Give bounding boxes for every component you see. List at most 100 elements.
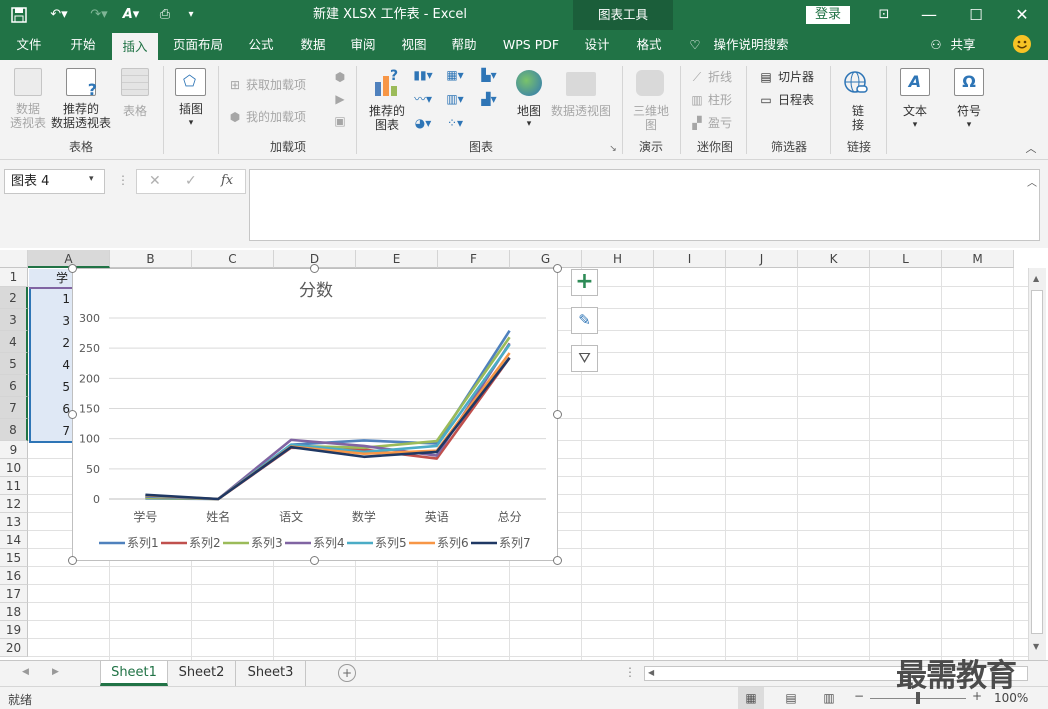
tab-design[interactable]: 设计 bbox=[575, 30, 619, 60]
zoom-out-icon[interactable]: − bbox=[854, 689, 864, 703]
recommended-charts-button[interactable]: 推荐的 图表 bbox=[362, 104, 412, 132]
column-header-m[interactable]: M bbox=[942, 250, 1014, 268]
chart-resize-handle[interactable] bbox=[310, 264, 319, 273]
formula-input[interactable] bbox=[249, 169, 1040, 241]
column-header-j[interactable]: J bbox=[726, 250, 798, 268]
chart-elements-button[interactable]: + bbox=[571, 269, 598, 296]
column-header-k[interactable]: K bbox=[798, 250, 870, 268]
tab-page-layout[interactable]: 页面布局 bbox=[166, 30, 230, 60]
row-header-5[interactable]: 5 bbox=[0, 353, 28, 375]
cell-a8[interactable]: 7 bbox=[29, 424, 72, 438]
symbol-dropdown-icon[interactable]: ▾ bbox=[964, 118, 974, 132]
row-header-13[interactable]: 13 bbox=[0, 513, 28, 531]
chart-resize-handle[interactable] bbox=[553, 410, 562, 419]
legend-label[interactable]: 系列6 bbox=[437, 536, 469, 550]
illustrations-dropdown-icon[interactable]: ▾ bbox=[186, 116, 196, 130]
cell-a1[interactable]: 学 bbox=[29, 269, 72, 287]
collapse-formula-icon[interactable]: ︿ bbox=[1027, 174, 1037, 189]
column-header-f[interactable]: F bbox=[438, 250, 510, 268]
row-header-12[interactable]: 12 bbox=[0, 495, 28, 513]
row-header-15[interactable]: 15 bbox=[0, 549, 28, 567]
waterfall-chart-icon[interactable]: ▙▾ bbox=[474, 68, 504, 82]
legend-label[interactable]: 系列5 bbox=[375, 536, 407, 550]
slicer-button[interactable]: 切片器 bbox=[778, 70, 822, 84]
row-header-4[interactable]: 4 bbox=[0, 331, 28, 353]
cell-a7[interactable]: 6 bbox=[29, 402, 72, 416]
share-button[interactable]: 共享 bbox=[946, 30, 980, 60]
row-header-1[interactable]: 1 bbox=[0, 268, 28, 287]
scroll-left-icon[interactable]: ◀ bbox=[648, 668, 654, 677]
chart-resize-handle[interactable] bbox=[553, 556, 562, 565]
chart-resize-handle[interactable] bbox=[68, 410, 77, 419]
new-sheet-button[interactable]: + bbox=[338, 664, 356, 682]
series-line[interactable] bbox=[145, 352, 511, 501]
undo-icon[interactable]: ↶▾ bbox=[44, 0, 74, 30]
sheet-tab-sheet3[interactable]: Sheet3 bbox=[236, 661, 306, 686]
row-header-18[interactable]: 18 bbox=[0, 603, 28, 621]
legend-label[interactable]: 系列7 bbox=[499, 536, 531, 550]
column-header-b[interactable]: B bbox=[110, 250, 192, 268]
select-all-corner[interactable] bbox=[0, 250, 28, 268]
chart-filters-button[interactable]: ⛛ bbox=[571, 345, 598, 372]
column-header-g[interactable]: G bbox=[510, 250, 582, 268]
column-header-e[interactable]: E bbox=[356, 250, 438, 268]
legend-label[interactable]: 系列3 bbox=[251, 536, 283, 550]
statistic-chart-icon[interactable]: ▥▾ bbox=[442, 92, 468, 106]
charts-launcher-icon[interactable]: ↘ bbox=[608, 142, 618, 156]
cell-a5[interactable]: 4 bbox=[29, 358, 72, 372]
link-button[interactable]: 链 接 bbox=[846, 104, 870, 132]
minimize-icon[interactable]: — bbox=[915, 0, 943, 30]
tab-view[interactable]: 视图 bbox=[393, 30, 435, 60]
next-sheet-icon[interactable]: ▶ bbox=[52, 667, 59, 677]
series-line[interactable] bbox=[145, 357, 511, 501]
pie-chart-icon[interactable]: ◕▾ bbox=[410, 116, 436, 130]
chart-title[interactable]: 分数 bbox=[299, 281, 333, 301]
column-header-h[interactable]: H bbox=[582, 250, 654, 268]
row-header-11[interactable]: 11 bbox=[0, 477, 28, 495]
prev-sheet-icon[interactable]: ◀ bbox=[22, 667, 29, 677]
customize-qat-icon[interactable]: ▾ bbox=[184, 0, 198, 30]
ribbon-display-icon[interactable]: ⊡ bbox=[870, 0, 898, 30]
symbol-button[interactable]: 符号 bbox=[950, 104, 988, 118]
tab-wps-pdf[interactable]: WPS PDF bbox=[496, 30, 566, 60]
series-line[interactable] bbox=[145, 343, 511, 501]
row-header-6[interactable]: 6 bbox=[0, 375, 28, 397]
map-button[interactable]: 地图 bbox=[510, 104, 548, 118]
scatter-chart-icon[interactable]: ⁘▾ bbox=[442, 116, 468, 130]
row-header-17[interactable]: 17 bbox=[0, 585, 28, 603]
tab-data[interactable]: 数据 bbox=[292, 30, 334, 60]
save-icon[interactable] bbox=[8, 0, 30, 30]
tab-help[interactable]: 帮助 bbox=[443, 30, 485, 60]
row-header-8[interactable]: 8 bbox=[0, 419, 28, 441]
tab-home[interactable]: 开始 bbox=[62, 30, 104, 60]
chart-resize-handle[interactable] bbox=[553, 264, 562, 273]
close-icon[interactable]: ✕ bbox=[1008, 0, 1036, 30]
cell-a4[interactable]: 2 bbox=[29, 336, 72, 350]
chart-styles-button[interactable]: ✎ bbox=[571, 307, 598, 334]
line-chart[interactable]: 分数 0 50 100 150 200 250 300 学号 姓名 语文 数学 英语 总分 系列1 系列… bbox=[72, 268, 558, 561]
row-header-9[interactable]: 9 bbox=[0, 441, 28, 459]
cell-a6[interactable]: 5 bbox=[29, 380, 72, 394]
hierarchy-chart-icon[interactable]: ▦▾ bbox=[442, 68, 468, 82]
text-dropdown-icon[interactable]: ▾ bbox=[910, 118, 920, 132]
tab-insert[interactable]: 插入 bbox=[112, 33, 158, 60]
chart-resize-handle[interactable] bbox=[310, 556, 319, 565]
cell-a3[interactable]: 3 bbox=[29, 314, 72, 328]
tab-format[interactable]: 格式 bbox=[627, 30, 671, 60]
tab-formulas[interactable]: 公式 bbox=[240, 30, 282, 60]
chart-resize-handle[interactable] bbox=[68, 264, 77, 273]
row-header-7[interactable]: 7 bbox=[0, 397, 28, 419]
text-style-icon[interactable]: A▾ bbox=[118, 0, 144, 30]
cell-a2[interactable]: 1 bbox=[29, 292, 72, 306]
row-header-10[interactable]: 10 bbox=[0, 459, 28, 477]
login-button[interactable]: 登录 bbox=[806, 6, 850, 24]
legend-label[interactable]: 系列2 bbox=[189, 536, 221, 550]
row-header-20[interactable]: 20 bbox=[0, 639, 28, 657]
column-header-l[interactable]: L bbox=[870, 250, 942, 268]
vertical-scrollbar[interactable]: ▲ ▼ bbox=[1028, 268, 1046, 660]
map-dropdown-icon[interactable]: ▾ bbox=[524, 117, 534, 131]
print-preview-icon[interactable]: ⎙ bbox=[152, 0, 178, 30]
name-box-dropdown-icon[interactable]: ▾ bbox=[89, 174, 94, 184]
column-header-c[interactable]: C bbox=[192, 250, 274, 268]
scroll-up-icon[interactable]: ▲ bbox=[1033, 274, 1039, 283]
